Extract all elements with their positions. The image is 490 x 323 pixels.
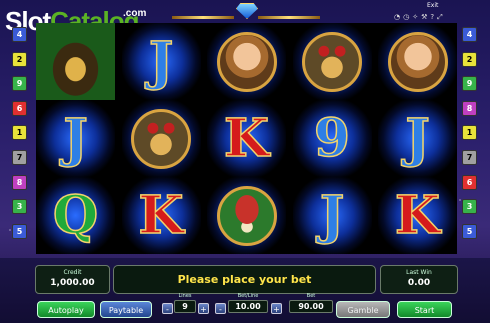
payline-left-8: 5 [12,223,27,239]
reel-5-symbol-3: K [378,177,457,254]
payline-right-1: 2 [462,51,477,67]
payline-left-7: 3 [12,199,27,215]
credit-box: Credit 1,000.00 [35,265,110,294]
fullscreen-icon[interactable]: ⤢ [437,13,446,21]
exit-button[interactable]: Exit [427,2,438,9]
payline-left-2: 9 [12,76,27,92]
paytable-button[interactable]: Paytable [100,301,152,318]
bet-value: 90.00 [289,300,333,313]
bet-line-label: Bet/Line [237,293,259,299]
paylines-left: 4 2 9 6 1 7 8 3 5 [12,27,27,248]
symbol-letter: J [319,184,345,246]
payline-left-0: 4 [12,27,27,42]
bet-line-display: Bet/Line 10.00 [228,293,268,313]
paylines-right: 4 2 9 8 1 7 6 3 5 [462,27,477,248]
symbol-letter: K [394,184,441,246]
payline-right-3: 8 [462,100,477,116]
symbol-letter: J [404,107,430,169]
payline-left-5: 7 [12,149,27,165]
symbol-letter: K [138,184,185,246]
last-win-value: 0.00 [407,278,431,288]
start-button[interactable]: Start [397,301,452,318]
reel-1: JQ [36,23,115,254]
payline-left-6: 8 [12,174,27,190]
status-message: Please place your bet [113,265,376,294]
payline-left-1: 2 [12,51,27,67]
reel-3-symbol-3 [207,177,286,254]
wrench-icon[interactable]: ⚒ [421,13,430,21]
symbol-letter: J [148,30,174,92]
bet-label: Bet [306,293,316,299]
symbol-letter: Q [52,184,99,246]
reel-4-symbol-3: J [292,177,372,254]
reel-2: JK [121,23,201,254]
symbol-letter: 9 [313,107,351,169]
bet-display: Bet 90.00 [289,293,333,313]
lines-plus-button[interactable]: + [198,303,209,314]
payline-right-6: 6 [462,174,477,190]
symbol-woman-icon [216,31,277,92]
last-win-label: Last Win [406,269,432,276]
symbol-dwarfs-icon [131,108,191,169]
payline-right-0: 4 [462,27,477,42]
symbol-gold-pot-icon [36,23,115,100]
reel-3: K [207,23,286,254]
lines-minus-button[interactable]: - [162,303,173,314]
reel-3-symbol-1 [207,23,286,100]
autoplay-button[interactable]: Autoplay [37,301,95,318]
payline-left-3: 6 [12,100,27,116]
reels-area: JQJKK9JJK [36,23,457,254]
logo-suffix: .com [123,8,147,19]
credit-label: Credit [63,269,82,276]
symbol-woman-icon [387,31,448,92]
toolbar-icons[interactable]: ◔◷✧⚒?⤢ [394,13,446,22]
reel-2-symbol-1: J [121,23,201,100]
reel-5: JK [378,23,457,254]
bet-line-minus-button[interactable]: - [215,303,226,314]
clock-icon[interactable]: ◷ [403,13,412,21]
reel-1-symbol-1 [36,23,115,100]
top-ornament-left [172,16,234,19]
payline-right-8: 5 [462,223,477,239]
payline-right-7: 3 [462,199,477,215]
gamble-button[interactable]: Gamble [336,301,390,318]
symbol-dwarfs-icon [302,31,362,92]
reel-1-symbol-2: J [36,100,115,177]
credit-value: 1,000.00 [50,278,95,288]
lines-label: Lines [178,293,192,299]
payline-left-4: 1 [12,125,27,141]
symbol-letter: K [223,107,270,169]
reel-4-symbol-1 [292,23,372,100]
payline-right-5: 7 [462,149,477,165]
reel-5-symbol-1 [378,23,457,100]
bet-line-plus-button[interactable]: + [271,303,282,314]
lines-display: Lines 9 [174,293,196,313]
settings-icon[interactable]: ✧ [412,13,421,21]
reel-3-symbol-2: K [207,100,286,177]
symbol-letter: J [62,107,88,169]
reel-1-symbol-3: Q [36,177,115,254]
bet-line-value: 10.00 [228,300,268,313]
payline-right-2: 9 [462,76,477,92]
reel-4: 9J [292,23,372,254]
payline-right-4: 1 [462,125,477,141]
reel-2-symbol-2 [121,100,201,177]
last-win-box: Last Win 0.00 [380,265,458,294]
symbol-mushroom-icon [216,185,277,246]
sound-icon[interactable]: ◔ [394,13,403,21]
lines-value: 9 [174,300,196,313]
reel-4-symbol-2: 9 [292,100,372,177]
top-ornament-right [258,16,320,19]
reel-5-symbol-2: J [378,100,457,177]
reel-2-symbol-3: K [121,177,201,254]
